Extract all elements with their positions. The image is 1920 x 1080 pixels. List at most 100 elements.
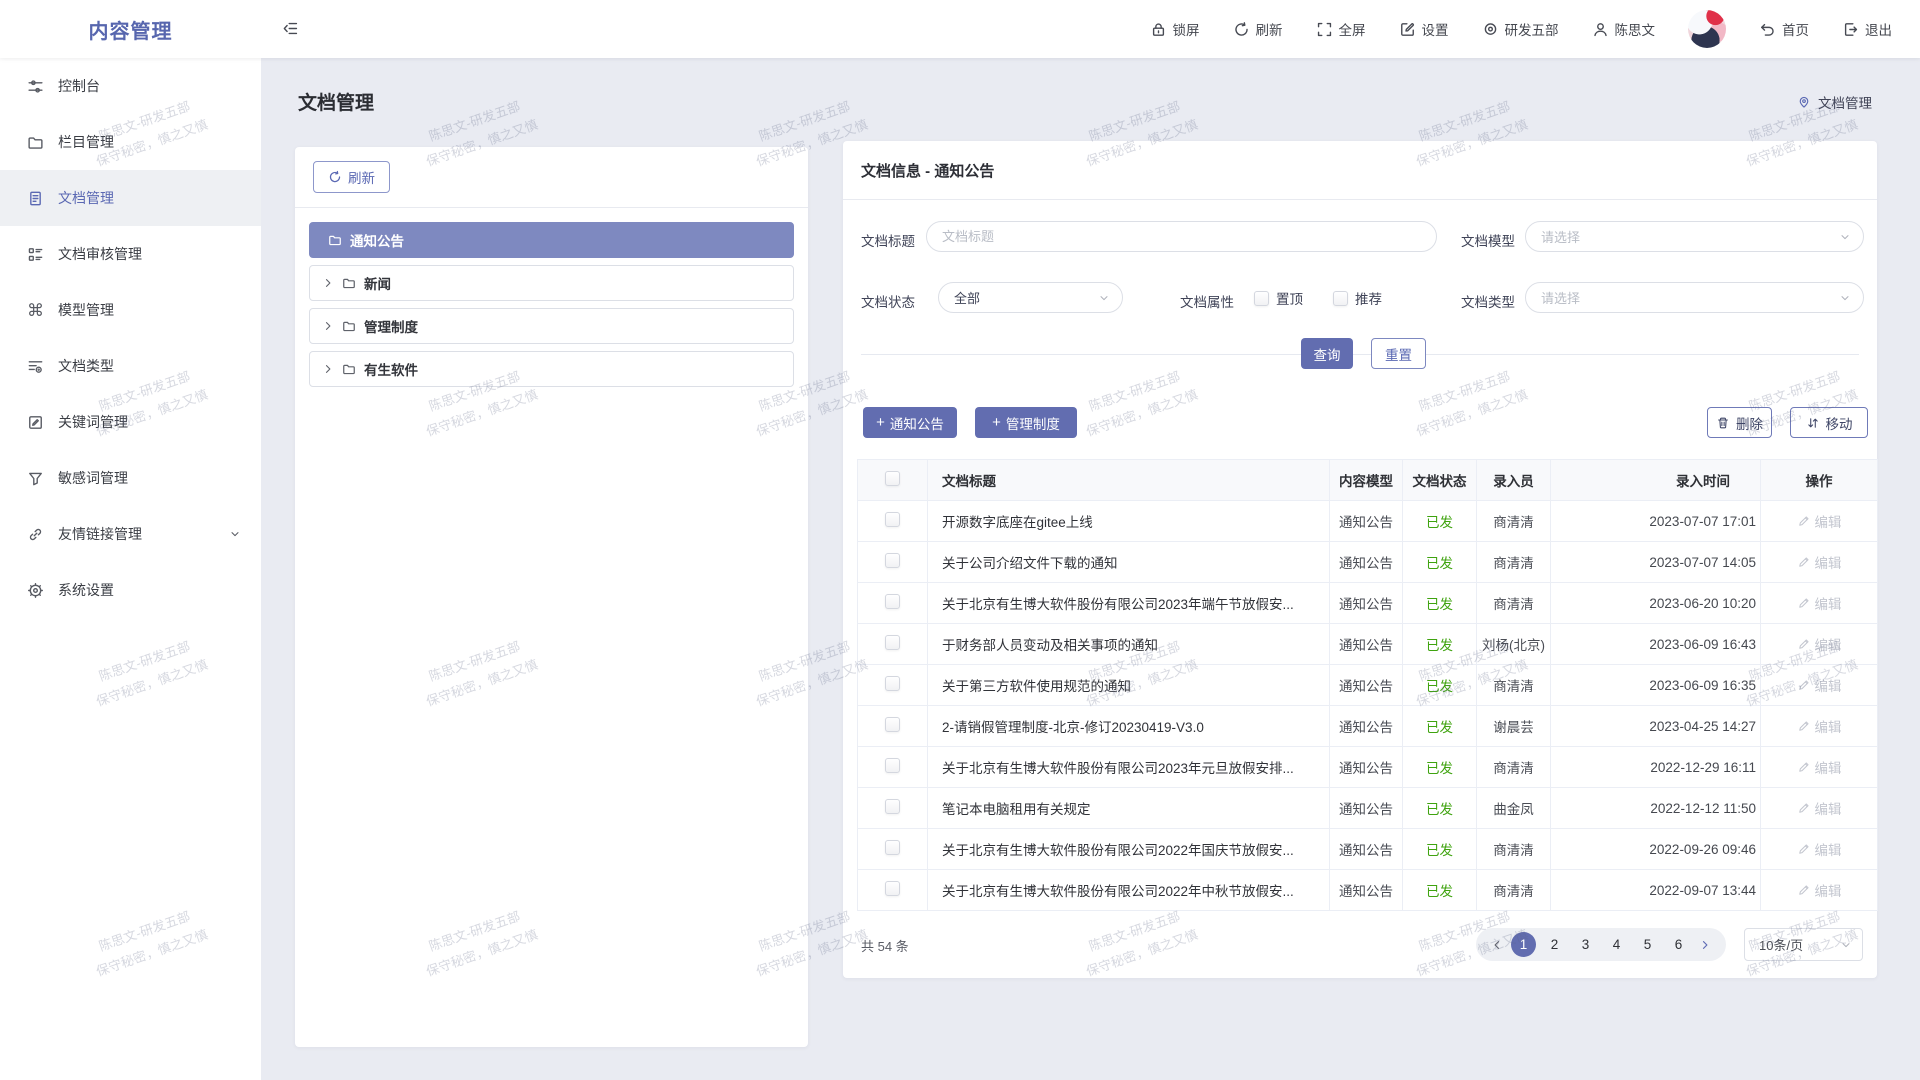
tree-item-notice[interactable]: 通知公告 [309,222,794,258]
doc-title-cell: 关于北京有生博大软件股份有限公司2023年元旦放假安排... [928,747,1330,788]
divider [861,354,1859,355]
attr-top-checkbox[interactable]: 置顶 [1254,288,1303,308]
attr-recommend-checkbox[interactable]: 推荐 [1333,288,1382,308]
refresh-icon [328,170,342,184]
doc-title-cell: 于财务部人员变动及相关事项的通知 [928,624,1330,665]
user-avatar[interactable] [1688,10,1726,48]
checkbox-icon[interactable] [1333,291,1348,306]
row-checkbox[interactable] [885,717,900,732]
edit-button[interactable]: 编辑 [1797,675,1842,695]
column-header-model: 内容模型 [1330,460,1403,501]
edit-button[interactable]: 编辑 [1797,798,1842,818]
settings-button[interactable]: 设置 [1399,19,1449,39]
status-badge: 已发 [1403,706,1477,747]
tree-refresh-button[interactable]: 刷新 [313,161,390,193]
page-button-4[interactable]: 4 [1601,932,1632,957]
doc-type-select[interactable]: 请选择 [1525,282,1864,313]
chevron-right-icon[interactable] [322,277,334,289]
page-button-2[interactable]: 2 [1539,932,1570,957]
edit-button[interactable]: 编辑 [1797,593,1842,613]
sidebar-item-sensitive-words[interactable]: 敏感词管理 [0,450,261,506]
add-notice-button[interactable]: + 通知公告 [863,407,957,438]
next-page-icon[interactable] [1694,939,1716,951]
sidebar: 控制台 栏目管理 文档管理 文档审核管理 ⌘ 模型管理 文档类型 关键词管理 敏… [0,58,261,1080]
tree-item-rules[interactable]: 管理制度 [309,308,794,344]
row-checkbox[interactable] [885,635,900,650]
row-checkbox[interactable] [885,594,900,609]
sidebar-item-keywords[interactable]: 关键词管理 [0,394,261,450]
edit-button[interactable]: 编辑 [1797,511,1842,531]
current-user[interactable]: 陈思文 [1592,19,1656,39]
edit-button[interactable]: 编辑 [1797,552,1842,572]
doc-operator-cell: 商清清 [1477,542,1551,583]
row-checkbox[interactable] [885,553,900,568]
link-icon [27,526,44,543]
row-checkbox[interactable] [885,758,900,773]
doc-time-cell: 2022-12-12 11:50 [1551,788,1761,829]
doc-time-cell: 2023-04-25 14:27 [1551,706,1761,747]
home-button[interactable]: 首页 [1759,19,1809,39]
refresh-button[interactable]: 刷新 [1233,19,1283,39]
row-checkbox[interactable] [885,881,900,896]
logout-button[interactable]: 退出 [1842,19,1892,39]
edit-button[interactable]: 编辑 [1797,716,1842,736]
page-size-select[interactable]: 10条/页 [1744,928,1863,961]
document-panel: 文档信息 - 通知公告 文档标题 文档模型 请选择 文档状态 全部 文档属性 置… [843,141,1877,978]
command-icon: ⌘ [27,302,44,319]
page-button-6[interactable]: 6 [1663,932,1694,957]
tree-item-news[interactable]: 新闻 [309,265,794,301]
select-all-checkbox[interactable] [885,471,900,486]
pencil-icon [1797,555,1811,569]
doc-operator-cell: 刘杨(北京) [1477,624,1551,665]
row-checkbox[interactable] [885,840,900,855]
page-button-5[interactable]: 5 [1632,932,1663,957]
sidebar-item-columns[interactable]: 栏目管理 [0,114,261,170]
sidebar-item-friend-links[interactable]: 友情链接管理 [0,506,261,562]
doc-model-select[interactable]: 请选择 [1525,221,1864,252]
folder-icon [27,134,44,151]
move-button[interactable]: 移动 [1790,407,1868,438]
chevron-right-icon[interactable] [322,320,334,332]
edit-button[interactable]: 编辑 [1797,634,1842,654]
edit-button[interactable]: 编辑 [1797,757,1842,777]
search-button[interactable]: 查询 [1301,338,1353,369]
sidebar-item-documents[interactable]: 文档管理 [0,170,261,226]
column-header-time: 录入时间 [1551,460,1761,501]
reset-button[interactable]: 重置 [1371,338,1426,369]
fullscreen-button[interactable]: 全屏 [1316,19,1366,39]
pencil-icon [1797,678,1811,692]
doc-title-cell: 关于北京有生博大软件股份有限公司2022年中秋节放假安... [928,870,1330,911]
table-row: 开源数字底座在gitee上线通知公告已发商清清2023-07-07 17:01编… [858,501,1878,542]
table-row: 于财务部人员变动及相关事项的通知通知公告已发刘杨(北京)2023-06-09 1… [858,624,1878,665]
chevron-down-icon [1098,292,1110,304]
tree-item-yousheng-software[interactable]: 有生软件 [309,351,794,387]
page-button-3[interactable]: 3 [1570,932,1601,957]
page-button-1[interactable]: 1 [1511,932,1536,957]
row-checkbox[interactable] [885,799,900,814]
row-checkbox[interactable] [885,676,900,691]
pencil-icon [1797,760,1811,774]
doc-title-input[interactable] [926,221,1437,252]
sidebar-item-doc-audit[interactable]: 文档审核管理 [0,226,261,282]
sidebar-collapse-icon[interactable] [282,20,299,37]
doc-title-cell: 关于第三方软件使用规范的通知 [928,665,1330,706]
chevron-right-icon[interactable] [322,363,334,375]
sidebar-item-models[interactable]: ⌘ 模型管理 [0,282,261,338]
sidebar-item-console[interactable]: 控制台 [0,58,261,114]
department-indicator[interactable]: 研发五部 [1482,19,1559,39]
edit-button[interactable]: 编辑 [1797,839,1842,859]
sidebar-item-system-settings[interactable]: 系统设置 [0,562,261,618]
column-header-actions: 操作 [1761,460,1878,501]
top-header: 内容管理 锁屏 刷新 全屏 设置 研发五部 陈思文 [0,0,1920,58]
row-checkbox[interactable] [885,512,900,527]
add-rule-button[interactable]: + 管理制度 [975,407,1077,438]
doc-status-select[interactable]: 全部 [938,282,1123,313]
prev-page-icon[interactable] [1486,939,1508,951]
delete-button[interactable]: 删除 [1707,407,1772,438]
checkbox-icon[interactable] [1254,291,1269,306]
doc-time-cell: 2022-09-07 13:44 [1551,870,1761,911]
folder-icon [328,233,342,247]
lock-screen-button[interactable]: 锁屏 [1150,19,1200,39]
edit-button[interactable]: 编辑 [1797,880,1842,900]
sidebar-item-doc-types[interactable]: 文档类型 [0,338,261,394]
